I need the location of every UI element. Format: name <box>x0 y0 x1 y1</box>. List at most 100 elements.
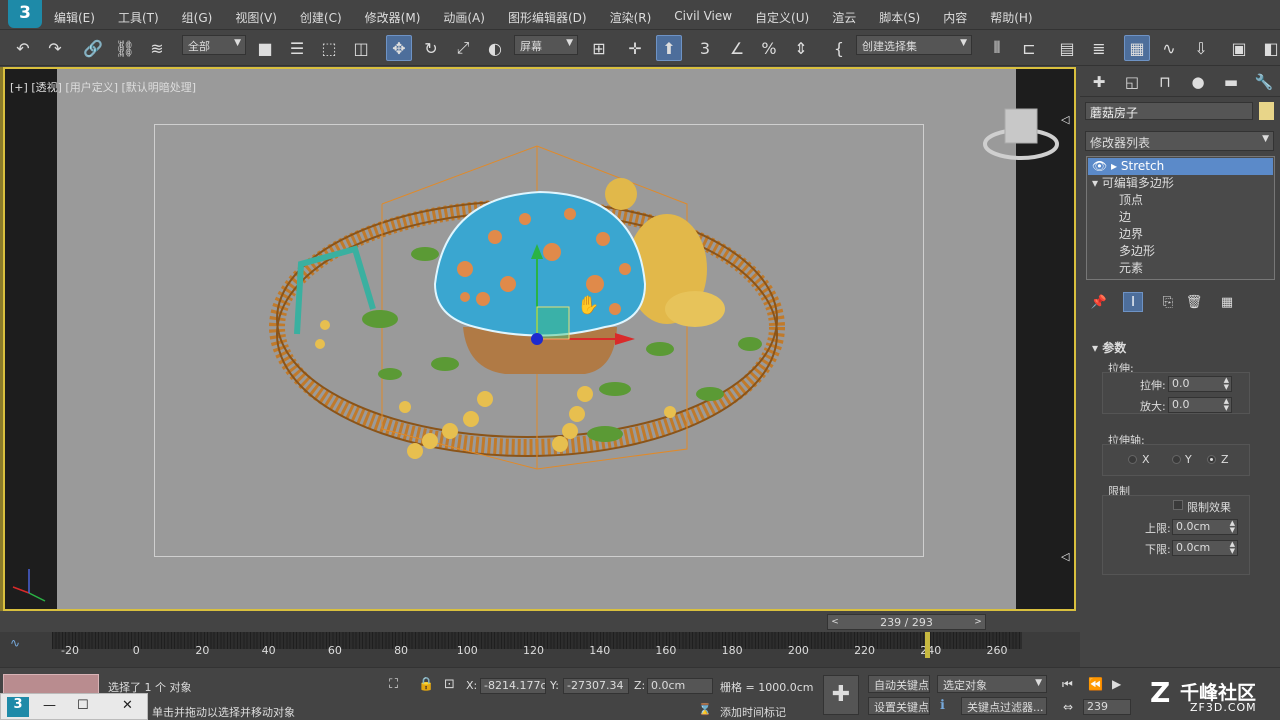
perspective-viewport[interactable]: [+] [透视] [用户定义] [默认明暗处理] ✋ ◁ ◁ <box>3 67 1076 611</box>
axis-z-radio[interactable] <box>1207 455 1216 464</box>
select-object-icon[interactable]: ■ <box>252 35 278 61</box>
app-logo[interactable]: 3 <box>8 0 42 28</box>
menu-item[interactable]: 动画(A) <box>443 9 485 26</box>
motion-tab-icon[interactable]: ● <box>1187 71 1209 93</box>
auto-key-button[interactable]: 自动关键点 <box>868 675 930 693</box>
isolate-selection-icon[interactable]: ⛶ <box>389 677 398 692</box>
y-coord-field[interactable]: -27307.34 <box>563 678 629 694</box>
select-and-rotate-icon[interactable]: ↻ <box>418 35 444 61</box>
go-to-start-icon[interactable]: ⏮ <box>1062 677 1073 692</box>
mini-curve-editor-icon[interactable]: ∿ <box>10 636 20 650</box>
unlink-icon[interactable]: ⛓ <box>112 35 138 61</box>
axis-x-radio[interactable] <box>1128 455 1137 464</box>
modifier-stack-item[interactable]: 顶点 <box>1088 192 1273 209</box>
material-editor-icon[interactable]: ▣ <box>1226 35 1252 61</box>
modifier-list-dropdown[interactable]: 修改器列表 ▼ <box>1085 131 1274 151</box>
reference-coord-dropdown[interactable]: 屏幕 ▼ <box>514 35 578 55</box>
mushroom-house-scene[interactable]: ✋ <box>5 69 1076 611</box>
play-icon[interactable]: ▶ <box>1112 677 1121 691</box>
stretch-spinner[interactable]: 0.0 ▲ ▼ <box>1168 376 1232 392</box>
spinner-arrows-icon[interactable]: ▲ ▼ <box>1224 377 1229 391</box>
viewcube[interactable] <box>1004 108 1038 144</box>
app-taskbar-icon[interactable]: 3 <box>7 697 29 717</box>
remove-modifier-icon[interactable]: 🗑 <box>1184 292 1204 312</box>
current-frame-field[interactable]: 239 <box>1083 699 1131 715</box>
modifier-stack-item[interactable]: ▾ 可编辑多边形 <box>1088 175 1273 192</box>
key-filters-button[interactable]: 关键点过滤器... <box>961 697 1047 715</box>
ribbon-icon[interactable]: ▦ <box>1124 35 1150 61</box>
previous-frame-icon[interactable]: ⏪ <box>1088 677 1103 691</box>
menu-item[interactable]: 工具(T) <box>118 9 159 26</box>
utilities-tab-icon[interactable]: 🔧 <box>1253 71 1275 93</box>
select-manipulate-icon[interactable]: ✛ <box>622 35 648 61</box>
menu-item[interactable]: 脚本(S) <box>879 9 920 26</box>
configure-modifier-sets-icon[interactable]: ▦ <box>1217 292 1237 312</box>
make-unique-icon[interactable]: ⎘ <box>1158 292 1178 312</box>
selected-object-dropdown[interactable]: 选定对象 ▼ <box>937 675 1047 693</box>
upper-limit-spinner[interactable]: 0.0cm ▲ ▼ <box>1172 519 1238 535</box>
lower-limit-spinner[interactable]: 0.0cm ▲ ▼ <box>1172 540 1238 556</box>
key-mode-toggle-icon[interactable]: ⇔ <box>1063 700 1073 714</box>
gizmo-xy-plane[interactable] <box>536 306 570 340</box>
schematic-view-icon[interactable]: ⇩ <box>1188 35 1214 61</box>
key-mode-icon[interactable]: ℹ <box>940 698 945 713</box>
next-frame-button[interactable]: > <box>971 615 985 629</box>
menu-item[interactable]: 图形编辑器(D) <box>508 9 587 26</box>
align-icon[interactable]: ⊏ <box>1016 35 1042 61</box>
modifier-stack-item[interactable]: 👁 ▸ Stretch <box>1088 158 1273 175</box>
menu-item[interactable]: 渲染(R) <box>610 9 652 26</box>
create-tab-icon[interactable]: ✚ <box>1088 71 1110 93</box>
window-crossing-icon[interactable]: ◫ <box>348 35 374 61</box>
current-frame-marker[interactable] <box>925 632 931 658</box>
modifier-stack-item[interactable]: 边界 <box>1088 226 1273 243</box>
rect-selection-region-icon[interactable]: ⬚ <box>316 35 342 61</box>
show-end-result-icon[interactable]: Ⅰ <box>1123 292 1143 312</box>
add-time-tag[interactable]: 添加时间标记 <box>720 704 786 720</box>
menu-item[interactable]: 组(G) <box>182 9 213 26</box>
menu-item[interactable]: 创建(C) <box>300 9 342 26</box>
x-coord-field[interactable]: -8214.177c <box>480 678 546 694</box>
render-setup-icon[interactable]: ◧ <box>1258 35 1280 61</box>
absolute-mode-icon[interactable]: ⊡ <box>444 677 455 692</box>
lock-selection-icon[interactable]: 🔒 <box>418 677 434 692</box>
snaps-toggle-icon[interactable]: 3 <box>692 35 718 61</box>
link-icon[interactable]: 🔗 <box>80 35 106 61</box>
hierarchy-tab-icon[interactable]: ⊓ <box>1154 71 1176 93</box>
redo-icon[interactable]: ↷ <box>42 35 68 61</box>
maximize-icon[interactable]: ☐ <box>77 698 89 713</box>
bind-space-warp-icon[interactable]: ≋ <box>144 35 170 61</box>
modifier-stack-item[interactable]: 多边形 <box>1088 243 1273 260</box>
undo-icon[interactable]: ↶ <box>10 35 36 61</box>
edit-named-selection-icon[interactable]: { <box>826 35 852 61</box>
modifier-stack-item[interactable]: 元素 <box>1088 260 1273 277</box>
select-by-name-icon[interactable]: ☰ <box>284 35 310 61</box>
menu-item[interactable]: Civil View <box>674 9 732 26</box>
amplify-spinner[interactable]: 0.0 ▲ ▼ <box>1168 397 1232 413</box>
menu-item[interactable]: 内容 <box>943 9 967 26</box>
spinner-arrows-icon[interactable]: ▲ ▼ <box>1230 520 1235 534</box>
menu-item[interactable]: 视图(V) <box>235 9 277 26</box>
menu-item[interactable]: 帮助(H) <box>990 9 1032 26</box>
pivot-center-icon[interactable]: ⊞ <box>586 35 612 61</box>
gizmo-center[interactable] <box>531 333 543 345</box>
modifier-stack-item[interactable]: 边 <box>1088 209 1273 226</box>
spinner-arrows-icon[interactable]: ▲ ▼ <box>1230 541 1235 555</box>
set-key-icon[interactable]: ✚ <box>823 675 859 715</box>
minimize-icon[interactable]: — <box>43 698 56 713</box>
menu-item[interactable]: 修改器(M) <box>365 9 421 26</box>
limit-effect-checkbox[interactable] <box>1173 500 1183 510</box>
pin-stack-icon[interactable]: 📌 <box>1089 292 1109 312</box>
set-key-button[interactable]: 设置关键点 <box>868 697 930 715</box>
percent-snap-icon[interactable]: % <box>756 35 782 61</box>
named-selection-dropdown[interactable]: 创建选择集 ▼ <box>856 35 972 55</box>
visibility-eye-icon[interactable]: 👁 ▸ <box>1092 159 1121 173</box>
close-icon[interactable]: ✕ <box>122 698 133 713</box>
select-and-move-icon[interactable]: ✥ <box>386 35 412 61</box>
select-and-place-icon[interactable]: ◐ <box>482 35 508 61</box>
expand-arrow-icon[interactable]: ▾ <box>1092 176 1102 190</box>
select-and-scale-icon[interactable]: ⤢ <box>450 35 476 61</box>
menu-item[interactable]: 自定义(U) <box>755 9 809 26</box>
object-name-field[interactable]: 蘑菇房子 <box>1085 102 1253 120</box>
gizmo-x-arrow[interactable] <box>615 333 635 345</box>
spinner-arrows-icon[interactable]: ▲ ▼ <box>1224 398 1229 412</box>
